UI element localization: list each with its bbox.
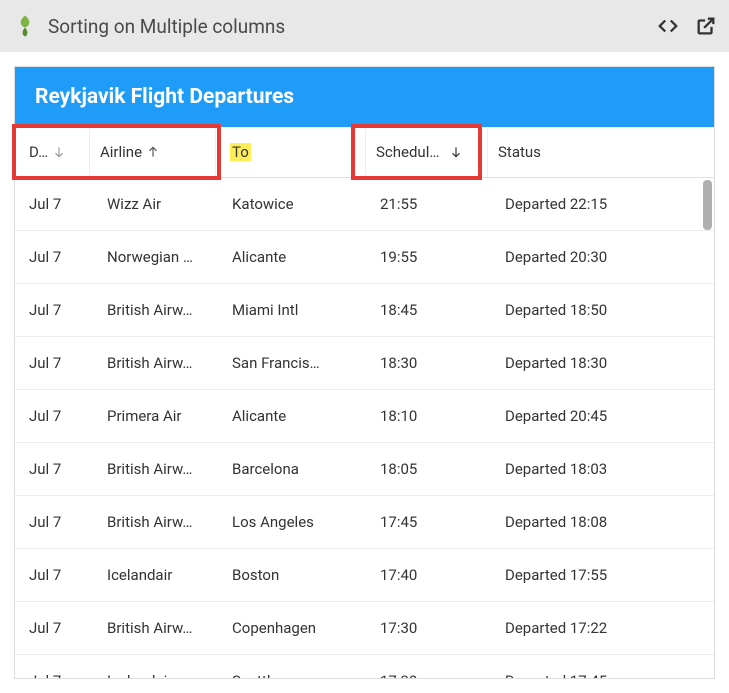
column-label: D… xyxy=(29,143,48,161)
cell-airline: Icelandair xyxy=(93,566,218,584)
column-header-scheduled[interactable]: Schedul… xyxy=(366,127,488,177)
cell-airline: British Airw… xyxy=(93,460,218,478)
cell-airline: Wizz Air xyxy=(93,195,218,213)
cell-status: Departed 20:30 xyxy=(491,248,711,266)
cell-date: Jul 7 xyxy=(15,460,93,478)
table-row[interactable]: Jul 7IcelandairSeattle17:30Departed 17:4… xyxy=(15,655,714,678)
data-grid: Reykjavik Flight Departures D… Airline xyxy=(14,66,715,679)
cell-status: Departed 18:08 xyxy=(491,513,711,531)
top-bar: Sorting on Multiple columns xyxy=(0,0,729,52)
sort-asc-icon xyxy=(146,145,160,159)
cell-date: Jul 7 xyxy=(15,619,93,637)
cell-to: Copenhagen xyxy=(218,619,366,637)
cell-to: Katowice xyxy=(218,195,366,213)
cell-date: Jul 7 xyxy=(15,566,93,584)
cell-scheduled: 17:30 xyxy=(366,672,491,678)
cell-to: Los Angeles xyxy=(218,513,366,531)
cell-date: Jul 7 xyxy=(15,195,93,213)
scrollbar[interactable] xyxy=(701,178,714,678)
top-bar-left: Sorting on Multiple columns xyxy=(12,13,285,39)
table-row[interactable]: Jul 7British Airw…San Francis…18:30Depar… xyxy=(15,337,714,390)
cell-to: Seattle xyxy=(218,672,366,678)
cell-to: Miami Intl xyxy=(218,301,366,319)
logo-icon xyxy=(12,13,38,39)
table-row[interactable]: Jul 7Norwegian …Alicante19:55Departed 20… xyxy=(15,231,714,284)
content: Reykjavik Flight Departures D… Airline xyxy=(0,52,729,693)
cell-scheduled: 17:30 xyxy=(366,619,491,637)
table-row[interactable]: Jul 7British Airw…Miami Intl18:45Departe… xyxy=(15,284,714,337)
cell-date: Jul 7 xyxy=(15,301,93,319)
cell-airline: Norwegian … xyxy=(93,248,218,266)
open-external-icon[interactable] xyxy=(695,15,717,37)
cell-scheduled: 19:55 xyxy=(366,248,491,266)
cell-date: Jul 7 xyxy=(15,248,93,266)
cell-scheduled: 18:45 xyxy=(366,301,491,319)
cell-to: Barcelona xyxy=(218,460,366,478)
column-label: Airline xyxy=(100,143,142,161)
cell-status: Departed 18:50 xyxy=(491,301,711,319)
column-header-to[interactable]: To xyxy=(216,127,366,177)
table-row[interactable]: Jul 7IcelandairBoston17:40Departed 17:55 xyxy=(15,549,714,602)
cell-airline: British Airw… xyxy=(93,301,218,319)
cell-to: Alicante xyxy=(218,248,366,266)
cell-date: Jul 7 xyxy=(15,513,93,531)
table-row[interactable]: Jul 7British Airw…Los Angeles17:45Depart… xyxy=(15,496,714,549)
cell-status: Departed 18:30 xyxy=(491,354,711,372)
code-icon[interactable] xyxy=(657,15,679,37)
cell-status: Departed 17:55 xyxy=(491,566,711,584)
table-row[interactable]: Jul 7Wizz AirKatowice21:55Departed 22:15 xyxy=(15,178,714,231)
column-header-airline[interactable]: Airline xyxy=(90,127,216,177)
cell-airline: Icelandair xyxy=(93,672,218,678)
cell-date: Jul 7 xyxy=(15,407,93,425)
column-label: Schedul… xyxy=(376,143,439,161)
page-title: Sorting on Multiple columns xyxy=(48,15,285,38)
table-row[interactable]: Jul 7Primera AirAlicante18:10Departed 20… xyxy=(15,390,714,443)
column-label: Status xyxy=(498,143,541,161)
cell-airline: Primera Air xyxy=(93,407,218,425)
cell-to: San Francis… xyxy=(218,354,366,372)
cell-status: Departed 18:03 xyxy=(491,460,711,478)
cell-to: Alicante xyxy=(218,407,366,425)
cell-date: Jul 7 xyxy=(15,672,93,678)
cell-airline: British Airw… xyxy=(93,513,218,531)
sort-desc-icon xyxy=(52,145,66,159)
table-row[interactable]: Jul 7British Airw…Barcelona18:05Departed… xyxy=(15,443,714,496)
cell-date: Jul 7 xyxy=(15,354,93,372)
column-header-date[interactable]: D… xyxy=(15,127,90,177)
grid-title: Reykjavik Flight Departures xyxy=(15,67,714,127)
cell-status: Departed 20:45 xyxy=(491,407,711,425)
grid-body[interactable]: Jul 7Wizz AirKatowice21:55Departed 22:15… xyxy=(15,178,714,678)
cell-scheduled: 18:30 xyxy=(366,354,491,372)
sort-desc-icon xyxy=(449,145,463,159)
highlighted-text: To xyxy=(230,143,251,161)
cell-status: Departed 17:22 xyxy=(491,619,711,637)
cell-scheduled: 18:05 xyxy=(366,460,491,478)
cell-status: Departed 17:45 xyxy=(491,672,711,678)
cell-scheduled: 17:40 xyxy=(366,566,491,584)
cell-scheduled: 18:10 xyxy=(366,407,491,425)
cell-to: Boston xyxy=(218,566,366,584)
grid-header: D… Airline To xyxy=(15,127,714,178)
cell-airline: British Airw… xyxy=(93,354,218,372)
top-bar-right xyxy=(657,15,717,37)
cell-airline: British Airw… xyxy=(93,619,218,637)
scrollbar-thumb[interactable] xyxy=(703,180,712,230)
column-header-status[interactable]: Status xyxy=(488,127,708,177)
cell-scheduled: 21:55 xyxy=(366,195,491,213)
column-label: To xyxy=(230,143,251,161)
cell-scheduled: 17:45 xyxy=(366,513,491,531)
cell-status: Departed 22:15 xyxy=(491,195,711,213)
table-row[interactable]: Jul 7British Airw…Copenhagen17:30Departe… xyxy=(15,602,714,655)
